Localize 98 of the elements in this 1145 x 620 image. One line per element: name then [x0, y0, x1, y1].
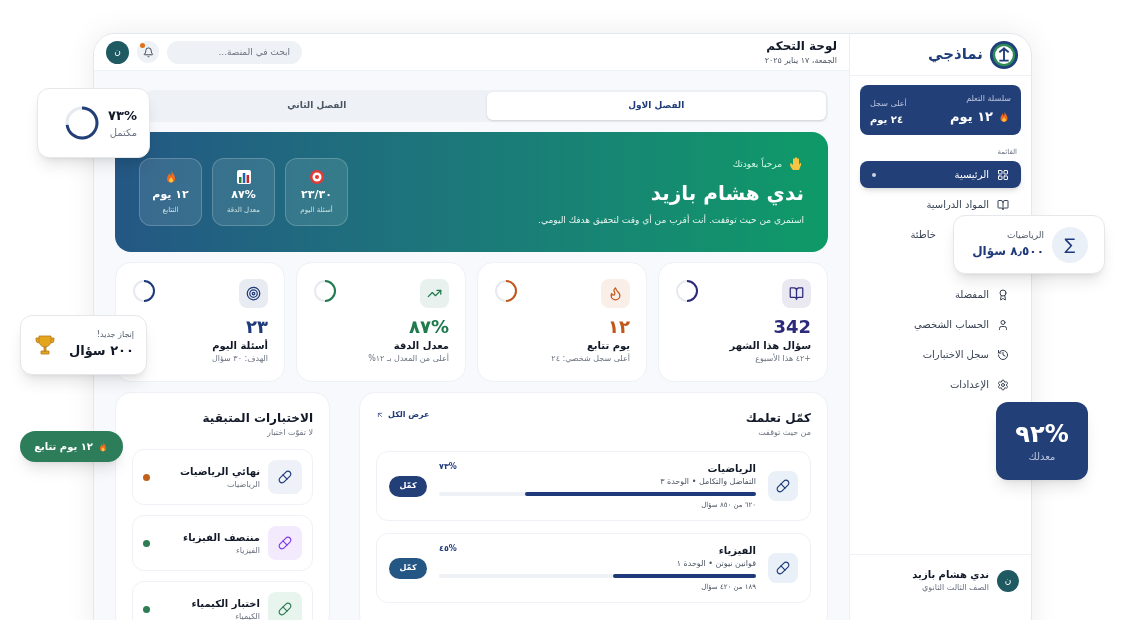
course-percent: ٧٣%	[439, 461, 457, 474]
section-subtitle: لا تفوّت اختبار	[265, 427, 313, 439]
section-subtitle: من حيث توقفت	[757, 427, 811, 439]
search-field[interactable]: ابحث في المنصة...	[167, 40, 302, 64]
course-subtitle: قوانين نيوتن • الوحدة ١	[676, 558, 756, 571]
waving-hand-icon	[788, 156, 804, 173]
nav-item[interactable]: الرئيسية	[860, 161, 1021, 188]
stat-value: 342	[773, 315, 811, 338]
pill-icon	[278, 602, 292, 616]
stat-label: سؤال هذا الشهر	[728, 339, 811, 353]
welcome-message: استمري من حيث توقفت. أنت أقرب من أي وقت لتحقيق هدفك اليومي.	[538, 214, 804, 228]
test-title: اختبار الكيمياء	[190, 596, 260, 611]
logo-icon	[989, 39, 1019, 70]
progress-ring-icon	[675, 279, 699, 303]
nav-item[interactable]: الحساب الشخصي	[860, 311, 1021, 338]
hero-stat-value: ٢٣/٣٠	[301, 186, 332, 203]
stat-subtext: +٤٢ هذا الأسبوع	[754, 353, 811, 365]
nav-item[interactable]: المواد الدراسية	[860, 191, 1021, 218]
book-icon	[789, 286, 804, 301]
stat-label: يوم تتابع	[586, 339, 630, 353]
nav-item[interactable]: المفضلة	[860, 281, 1021, 308]
test-title: نهائي الرياضيات	[179, 464, 260, 479]
arrow-icon	[376, 411, 384, 419]
date-text: الجمعة، ١٧ يناير ٢٠٢٥	[764, 55, 837, 67]
tab[interactable]: الفصل الاول	[486, 92, 826, 120]
grid-icon	[997, 168, 1009, 181]
target-icon	[308, 168, 325, 185]
nav-item[interactable]: سجل الاختبارات	[860, 341, 1021, 368]
bar-chart-icon	[235, 168, 252, 185]
logo-text: نماذجي	[928, 44, 983, 66]
stat-value: ٢٣	[246, 315, 268, 338]
streak-label: سلسلة التعلم	[965, 93, 1011, 105]
stat-subtext: الهدف: ٣٠ سؤال	[210, 353, 268, 365]
test-subject: الفيزياء	[235, 544, 260, 557]
pill-icon	[776, 479, 790, 493]
test-item[interactable]: نهائي الرياضيات الرياضيات	[132, 449, 313, 505]
greeting-text: مرحباً بعودتك	[732, 157, 782, 171]
average-label: معدلك	[1028, 449, 1056, 464]
pill-icon	[278, 470, 292, 484]
test-subject: الكيمياء	[234, 610, 260, 620]
best-streak-value: ٢٤ يوم	[870, 112, 904, 127]
section-title: كمّل تعلمك	[745, 410, 811, 427]
progress-ring-icon	[313, 279, 337, 303]
award-icon	[997, 288, 1009, 301]
user-name: ندي هشام بازيد	[912, 568, 989, 582]
stat-subtext: أعلى من المعدل بـ ١٢%	[367, 353, 449, 365]
stat-value: ٨٧%	[408, 315, 449, 338]
progress-ring-icon	[132, 279, 156, 303]
course-title: الفيزياء	[717, 544, 756, 559]
stat-subtext: أعلى سجل شخصي: ٢٤	[550, 353, 630, 365]
avatar[interactable]: ن	[106, 40, 129, 64]
average-value: ٩٢%	[1015, 418, 1069, 449]
progress-ring-icon	[64, 105, 101, 141]
achievement-label: إنجاز جديد!	[95, 329, 134, 342]
user-grade: الصف الثالث الثانوي	[921, 582, 989, 594]
gear-icon	[997, 378, 1009, 391]
stat-label: معدل الدقة	[392, 339, 449, 353]
section-title: الاختبارات المتبقية	[201, 410, 313, 427]
student-name: ندي هشام بازيد	[649, 180, 804, 208]
test-item[interactable]: منتصف الفيزياء الفيزياء	[132, 515, 313, 571]
subject-value: ٨٫٥٠٠ سؤال	[972, 243, 1044, 261]
course-title: الرياضيات	[706, 462, 756, 477]
nav-item[interactable]: خاطئة	[860, 221, 948, 248]
hero-stat-value: ٨٧%	[231, 186, 256, 203]
test-item[interactable]: اختبار الكيمياء الكيمياء	[132, 581, 313, 620]
streak-value: ١٢ يوم	[950, 108, 993, 127]
user-avatar: ن	[997, 569, 1019, 592]
completion-value: ٧٣%	[108, 106, 137, 125]
pill-icon	[278, 536, 292, 550]
test-subject: الرياضيات	[226, 478, 260, 491]
continue-button[interactable]: كمّل	[389, 475, 427, 497]
stat-value: ١٢	[608, 315, 630, 338]
history-icon	[997, 348, 1009, 361]
streak-badge-text: ١٢ يوم تتابع	[34, 440, 93, 454]
achievement-value: ٢٠٠ سؤال	[69, 342, 134, 361]
flame-icon	[608, 286, 623, 301]
test-title: منتصف الفيزياء	[182, 530, 260, 545]
pill-icon	[776, 561, 790, 575]
view-all-link[interactable]: عرض الكل	[376, 409, 430, 421]
notification-button[interactable]	[137, 41, 159, 63]
progress-ring-icon	[494, 279, 518, 303]
page-title: لوحة التحكم	[765, 38, 837, 55]
sigma-badge: ∑	[1052, 226, 1088, 263]
nav-item[interactable]: الإعدادات	[860, 371, 1021, 398]
course-percent: ٤٥%	[439, 543, 457, 556]
subject-label: الرياضيات	[1005, 228, 1044, 242]
tab[interactable]: الفصل الثاني	[147, 92, 487, 120]
target-icon	[246, 286, 261, 301]
bell-icon	[142, 46, 154, 58]
book-icon	[997, 198, 1009, 211]
course-subtitle: التفاضل والتكامل • الوحدة ٣	[660, 476, 756, 489]
hero-stat-value: ١٢ يوم	[152, 186, 189, 203]
continue-button[interactable]: كمّل	[389, 557, 427, 579]
best-streak-label: أعلى سجل	[870, 97, 907, 110]
trophy-icon	[33, 333, 57, 357]
user-icon	[997, 318, 1009, 331]
completion-label: مكتمل	[109, 126, 137, 141]
stat-label: أسئلة اليوم	[211, 338, 268, 353]
